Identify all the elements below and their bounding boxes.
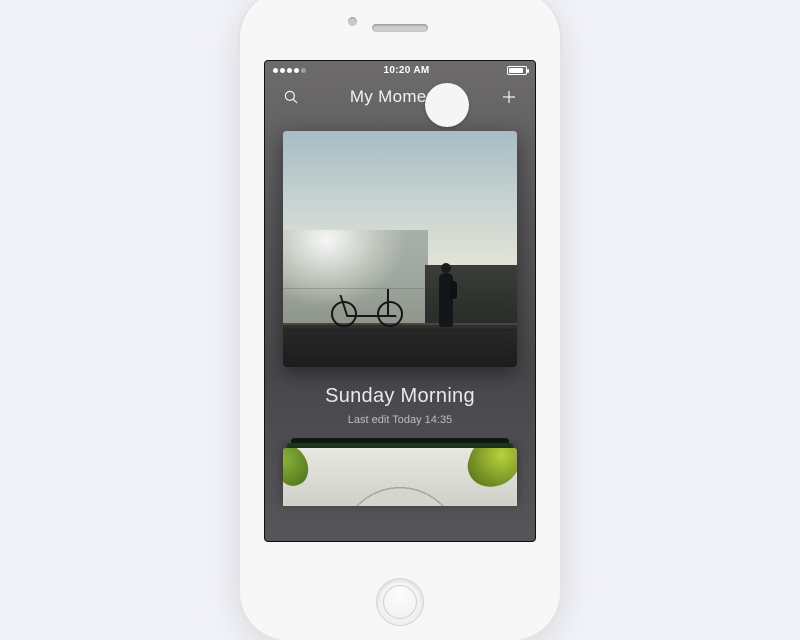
device-frame: 10:20 AM My Moments <box>240 0 560 640</box>
screen: 10:20 AM My Moments <box>264 60 536 542</box>
status-time: 10:20 AM <box>384 65 430 76</box>
next-card-peek <box>283 448 517 506</box>
content-scroll[interactable]: Sunday Morning Last edit Today 14:35 <box>265 115 535 541</box>
device-top <box>240 0 560 60</box>
nav-bar: My Moments <box>265 79 535 115</box>
page-title: My Moments <box>265 87 535 107</box>
moment-title: Sunday Morning <box>325 385 475 408</box>
moment-subtitle: Last edit Today 14:35 <box>348 414 452 426</box>
status-bar: 10:20 AM <box>265 61 535 79</box>
home-button[interactable] <box>376 578 424 626</box>
next-card-stack[interactable] <box>283 448 517 506</box>
person-illustration <box>431 253 461 327</box>
device-speaker <box>372 24 428 32</box>
add-icon[interactable] <box>497 85 521 109</box>
battery-icon <box>507 66 527 75</box>
moment-card[interactable] <box>283 131 517 367</box>
bicycle-illustration <box>329 281 405 327</box>
moment-thumbnail <box>283 131 517 367</box>
device-camera <box>348 17 357 26</box>
avatar[interactable] <box>425 83 469 127</box>
signal-dots-icon <box>273 68 306 73</box>
search-icon[interactable] <box>279 85 303 109</box>
